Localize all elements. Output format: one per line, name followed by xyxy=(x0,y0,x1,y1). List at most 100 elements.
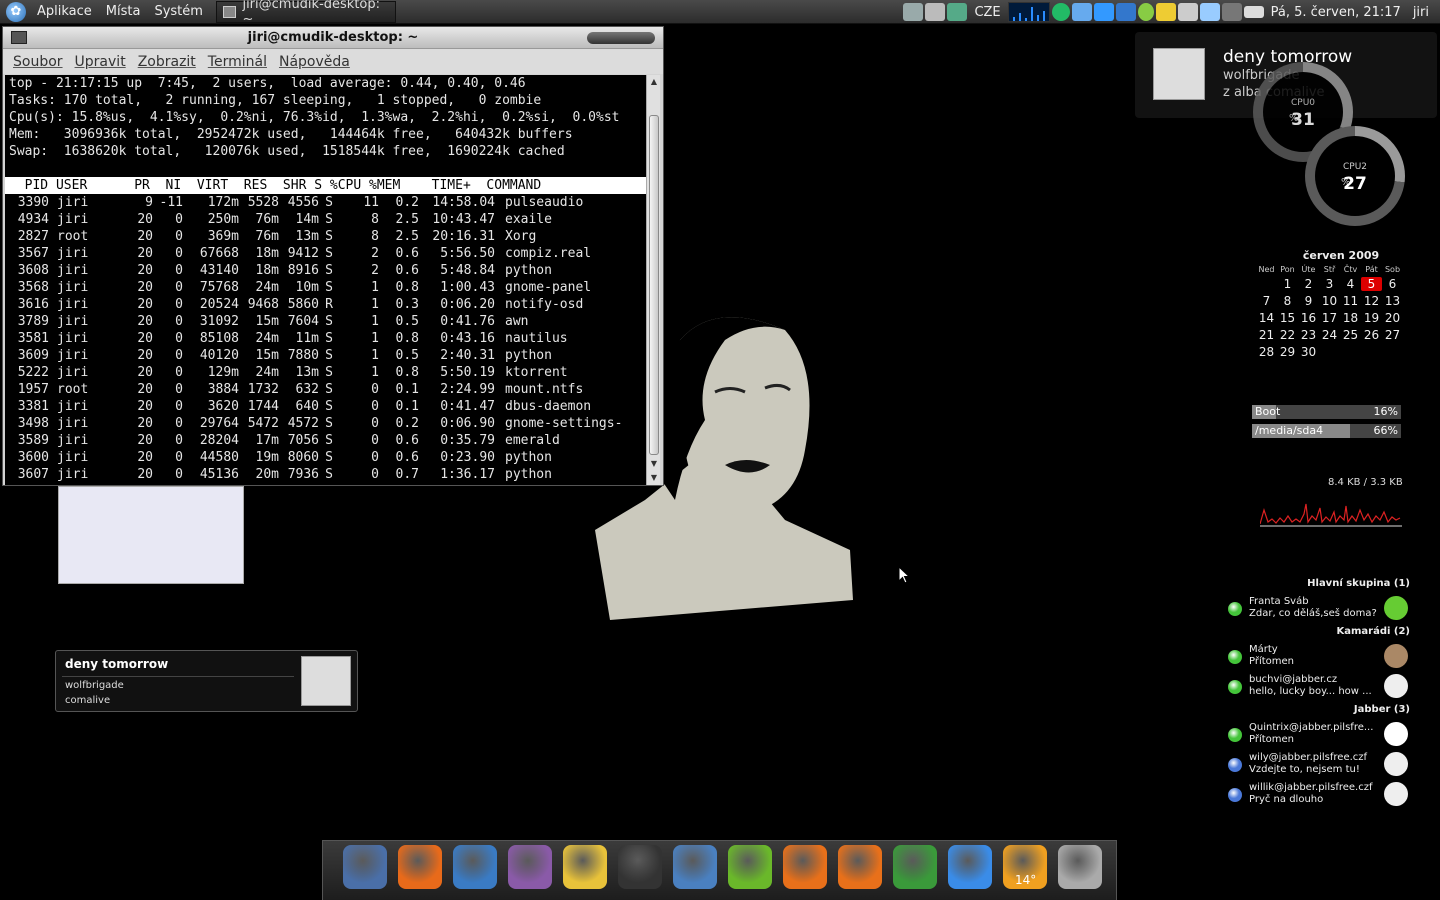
menu-edit[interactable]: Upravit xyxy=(69,54,132,70)
terminal-window[interactable]: jiri@cmudik-desktop: ~ Soubor Upravit Zo… xyxy=(2,26,664,486)
process-cell: jiri xyxy=(57,212,89,227)
menu-help[interactable]: Nápověda xyxy=(273,54,356,70)
contact-avatar xyxy=(1384,782,1408,806)
menu-applications[interactable]: Aplikace xyxy=(30,0,99,24)
pointer-icon[interactable] xyxy=(1071,3,1092,21)
contact-item[interactable]: wily@jabber.pilsfree.czf Vzdejte to, nejs… xyxy=(1224,750,1410,780)
drive-icon[interactable] xyxy=(903,3,924,21)
window-controls[interactable] xyxy=(587,32,655,44)
calendar-day[interactable]: 3 xyxy=(1319,277,1340,291)
penguin-icon[interactable] xyxy=(563,845,607,889)
terminal-output[interactable]: top - 21:17:15 up 7:45, 2 users, load av… xyxy=(5,75,649,485)
calendar-day[interactable]: 1 xyxy=(1277,277,1298,291)
menu-view[interactable]: Zobrazit xyxy=(132,54,202,70)
music-player-widget[interactable]: deny tomorrow wolfbrigade comalive xyxy=(55,650,358,712)
calendar-day[interactable]: 15 xyxy=(1277,311,1298,325)
calendar-day[interactable]: 8 xyxy=(1277,294,1298,308)
contact-status-message: Přítomen xyxy=(1249,656,1295,667)
network-manager-icon[interactable] xyxy=(947,3,968,21)
process-row: 3567 jiri 20 0 67668 18m 9412 S 2 0.6 5:56.50 compi… xyxy=(9,245,649,262)
display-icon[interactable] xyxy=(1221,3,1242,21)
volume-icon[interactable] xyxy=(1051,3,1070,21)
calendar-day[interactable]: 20 xyxy=(1382,311,1403,325)
calendar-day[interactable]: 4 xyxy=(1340,277,1361,291)
calendar-day[interactable]: 6 xyxy=(1382,277,1403,291)
drive-icon[interactable] xyxy=(925,3,946,21)
user-switcher[interactable]: jiri xyxy=(1408,5,1434,20)
download-icon[interactable] xyxy=(1093,3,1114,21)
keyboard-layout[interactable]: CZE xyxy=(969,5,1005,20)
calendar-day[interactable]: 19 xyxy=(1361,311,1382,325)
calendar-day[interactable]: 28 xyxy=(1256,345,1277,359)
scroll-down-arrow-icon[interactable]: ▼ xyxy=(647,457,661,471)
contact-group-header[interactable]: Jabber (3) xyxy=(1224,704,1410,720)
contact-item[interactable]: Franta Šváb Zdar, co děláš,seš doma? xyxy=(1224,594,1410,624)
download-icon[interactable] xyxy=(948,845,992,889)
contact-item[interactable]: buchvi@jabber.cz hello, lucky boy... how … xyxy=(1224,672,1410,702)
taskbar-terminal-button[interactable]: jiri@cmudik-desktop: ~ xyxy=(215,0,396,27)
calendar-day[interactable]: 16 xyxy=(1298,311,1319,325)
contact-group-header[interactable]: Hlavní skupina (1) xyxy=(1224,578,1410,594)
menu-system[interactable]: Systém xyxy=(147,0,209,24)
process-row: 3608 jiri 20 0 43140 18m 8916 S 2 0.6 5:48.84 pytho… xyxy=(9,262,649,279)
contact-group-header[interactable]: Kamarádi (2) xyxy=(1224,626,1410,642)
process-cell: 0:06.20 xyxy=(440,297,495,312)
chat-icon[interactable] xyxy=(1137,3,1154,21)
calendar-day[interactable]: 13 xyxy=(1382,294,1403,308)
system-monitor-graph[interactable] xyxy=(1007,2,1050,22)
nvidia-icon[interactable] xyxy=(728,845,772,889)
process-cell: python xyxy=(505,263,552,278)
process-cell: 29764 xyxy=(199,416,239,431)
trash-icon[interactable] xyxy=(1058,845,1102,889)
scrollbar-thumb[interactable] xyxy=(649,115,659,455)
contact-item[interactable]: willik@jabber.pilsfree.czf Pryč na dlouho xyxy=(1224,780,1410,810)
calendar-day[interactable]: 25 xyxy=(1340,328,1361,342)
menu-file[interactable]: Soubor xyxy=(7,54,69,70)
calendar-day[interactable]: 12 xyxy=(1361,294,1382,308)
gnome-foot-icon[interactable]: ✿ xyxy=(6,1,26,22)
player-icon[interactable] xyxy=(838,845,882,889)
floppy-icon[interactable] xyxy=(343,845,387,889)
process-cell: 3390 xyxy=(17,195,49,210)
firefox-icon[interactable] xyxy=(398,845,442,889)
contact-item[interactable]: Márty Přítomen xyxy=(1224,642,1410,672)
contact-item[interactable]: Quintrix@jabber.pilsfre... Přítomen xyxy=(1224,720,1410,750)
menu-terminal[interactable]: Terminál xyxy=(202,54,273,70)
calendar-day[interactable]: 24 xyxy=(1319,328,1340,342)
calendar-day[interactable]: 2 xyxy=(1298,277,1319,291)
cursor-icon[interactable] xyxy=(673,845,717,889)
thunderbird-icon[interactable] xyxy=(453,845,497,889)
scroll-up-arrow-icon[interactable]: ▲ xyxy=(647,75,661,89)
calendar-day[interactable]: 9 xyxy=(1298,294,1319,308)
app-icon[interactable] xyxy=(1199,3,1220,21)
scroll-down-arrow-icon[interactable]: ▼ xyxy=(647,471,661,485)
clock[interactable]: Pá, 5. červen, 21:17 xyxy=(1266,5,1406,20)
calendar-day[interactable]: 21 xyxy=(1256,328,1277,342)
app-icon[interactable] xyxy=(1177,3,1198,21)
calendar-day[interactable]: 14 xyxy=(1256,311,1277,325)
mail-client-icon[interactable] xyxy=(1115,3,1136,21)
pidgin-icon[interactable] xyxy=(508,845,552,889)
calendar-day[interactable]: 26 xyxy=(1361,328,1382,342)
calendar-day[interactable]: 11 xyxy=(1340,294,1361,308)
calendar-day[interactable]: 23 xyxy=(1298,328,1319,342)
calendar-day[interactable]: 18 xyxy=(1340,311,1361,325)
terminal-icon[interactable] xyxy=(618,845,662,889)
calendar-weekday: Čtv xyxy=(1343,265,1358,274)
terminal-titlebar[interactable]: jiri@cmudik-desktop: ~ xyxy=(3,27,663,49)
calendar-day[interactable]: 30 xyxy=(1298,345,1319,359)
mail-icon[interactable] xyxy=(1243,6,1264,18)
calendar-day[interactable]: 5 xyxy=(1361,277,1382,291)
calendar-day[interactable]: 27 xyxy=(1382,328,1403,342)
menu-places[interactable]: Místa xyxy=(99,0,148,24)
rss-icon[interactable] xyxy=(783,845,827,889)
calendar-day[interactable]: 22 xyxy=(1277,328,1298,342)
top-summary-line: Swap: 1638620k total, 120076k used, 1518… xyxy=(9,144,565,159)
calendar-day[interactable]: 17 xyxy=(1319,311,1340,325)
penguin-icon[interactable] xyxy=(1155,3,1176,21)
calendar-day[interactable]: 29 xyxy=(1277,345,1298,359)
calendar-day[interactable]: 10 xyxy=(1319,294,1340,308)
gentoo-icon[interactable] xyxy=(893,845,937,889)
calendar-day[interactable]: 7 xyxy=(1256,294,1277,308)
terminal-scrollbar[interactable]: ▲ ▼ ▼ xyxy=(646,75,660,485)
